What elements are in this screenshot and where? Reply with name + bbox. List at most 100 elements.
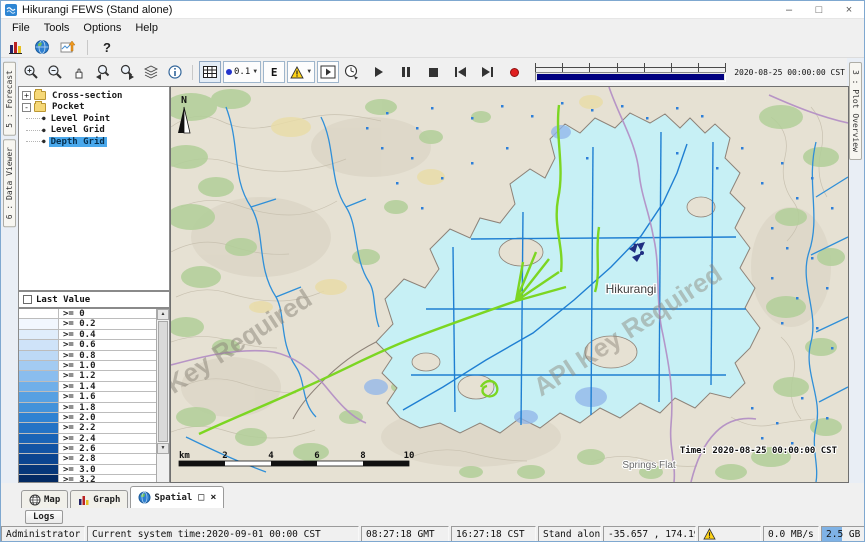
legend-row[interactable]: >= 2.4 [19,434,156,444]
help-label: ? [103,40,111,55]
tree-item-cross-section[interactable]: +Cross-section [22,90,169,102]
tree-item-pocket[interactable]: - Pocket [22,102,169,114]
left-dock-strip: 5 : Forecast 6 : Data Viewer [1,58,18,483]
grid-display-button[interactable] [199,61,221,83]
menu-help[interactable]: Help [128,20,165,36]
timeline-slider[interactable] [535,60,726,84]
tree-item-level-grid[interactable]: ●Level Grid [22,125,169,137]
stop-button[interactable] [422,61,444,83]
zoom-back-icon [95,64,111,80]
go-to-start-button[interactable] [449,61,471,83]
main-toolbar: ? [1,37,864,58]
close-button[interactable]: × [834,1,864,18]
data-display-button[interactable] [5,38,27,57]
legend-row[interactable]: >= 0.8 [19,351,156,361]
record-button[interactable] [503,61,525,83]
clock-icon [344,64,360,80]
legend-swatch [19,444,59,453]
zoom-previous-button[interactable] [92,61,114,83]
legend-row[interactable]: >= 2.6 [19,444,156,454]
tab-close-icon[interactable]: × [210,492,216,503]
legend-label: >= 1.6 [59,392,96,401]
memory-label: 2.5 GB [826,529,860,540]
map-display-button[interactable] [31,38,53,57]
help-button[interactable]: ? [96,38,118,57]
timeline-datetime: 2020-08-25 00:00:00 CST [734,68,847,77]
status-user: Administrator [1,526,85,542]
scroll-up-icon[interactable]: ▲ [157,309,169,320]
legend-label: >= 3.2 [59,475,96,482]
tab-map[interactable]: Map [21,490,68,508]
scale-unit-label: km [179,451,190,461]
zoom-in-icon [23,64,39,80]
tree-item-level-point[interactable]: ●Level Point [22,113,169,125]
thresholds-dropdown-button[interactable]: ▼ [287,61,315,83]
timeline-ticks [535,63,726,72]
menu-file[interactable]: File [5,20,37,36]
legend-row[interactable]: >= 1.4 [19,382,156,392]
node-bullet-icon: ● [42,115,46,122]
layers-button[interactable] [140,61,162,83]
map-panel: API Key Required API Key Required Hikura… [170,86,849,483]
tree-item-label: Depth Grid [49,137,107,147]
maximize-button[interactable]: □ [804,1,834,18]
classification-dropdown-button[interactable]: 0.1▼ [223,61,261,83]
go-to-end-button[interactable] [476,61,498,83]
zoom-in-button[interactable] [20,61,42,83]
tree-item-label: Pocket [50,102,87,112]
spatial-display-button[interactable] [57,38,79,57]
scroll-down-icon[interactable]: ▼ [157,443,169,454]
tab-graph[interactable]: Graph [70,490,128,508]
menu-options[interactable]: Options [76,20,128,36]
legend-row[interactable]: >= 3.0 [19,465,156,475]
scroll-thumb[interactable] [158,321,168,442]
legend-row[interactable]: >= 2.2 [19,423,156,433]
legend-row[interactable]: >= 2.8 [19,454,156,464]
pan-button[interactable] [68,61,90,83]
last-value-checkbox[interactable] [23,295,32,304]
time-settings-button[interactable] [341,61,363,83]
status-system-time: Current system time:2020-09-01 00:00 CST [87,526,359,542]
zoom-forward-icon [119,64,135,80]
legend-row[interactable]: >= 1.6 [19,392,156,402]
minimize-button[interactable]: – [774,1,804,18]
legend-row[interactable]: >= 0.4 [19,330,156,340]
tree-expander-icon[interactable]: - [22,103,31,112]
tab-spatial[interactable]: Spatial □ × [130,486,224,508]
dock-tab-forecast[interactable]: 5 : Forecast [3,62,16,136]
legend-scrollbar[interactable]: ▲ ▼ [156,309,169,482]
legend-swatch [19,403,59,412]
label-button-glyph: E [271,66,278,79]
legend-row[interactable]: >= 3.2 [19,475,156,482]
legend-row[interactable]: >= 1.8 [19,403,156,413]
tab-maximize-icon[interactable]: □ [198,492,204,503]
app-window: Hikurangi FEWS (Stand alone) – □ × File … [0,0,865,542]
legend-row[interactable]: >= 2.0 [19,413,156,423]
animation-button[interactable] [317,61,339,83]
logs-button[interactable]: Logs [25,510,63,524]
label-display-button[interactable]: E [263,61,285,83]
legend-row[interactable]: >= 0.2 [19,319,156,329]
wireframe-globe-icon [29,494,41,506]
tree-item-depth-grid[interactable]: ●Depth Grid [22,136,169,148]
zoom-out-button[interactable] [44,61,66,83]
spatial-globe-icon [138,491,151,504]
area-label: Springs Flat [622,460,676,471]
legend-row[interactable]: >= 0 [19,309,156,319]
legend-row[interactable]: >= 0.6 [19,340,156,350]
legend-swatch [19,330,59,339]
dock-tab-data-viewer[interactable]: 6 : Data Viewer [3,139,16,227]
dock-tab-plot-overview[interactable]: 3 : Plot Overview [849,62,862,160]
map-canvas[interactable]: API Key Required API Key Required Hikura… [171,87,848,482]
legend-row[interactable]: >= 1.0 [19,361,156,371]
menu-tools[interactable]: Tools [37,20,77,36]
info-button[interactable] [164,61,186,83]
legend-row[interactable]: >= 1.2 [19,371,156,381]
play-button[interactable] [368,61,390,83]
legend-label: >= 1.8 [59,403,96,412]
right-dock-strip: 3 : Plot Overview [847,58,864,483]
zoom-next-button[interactable] [116,61,138,83]
tree-expander-icon[interactable]: + [22,91,31,100]
legend-swatch [19,361,59,370]
pause-button[interactable] [395,61,417,83]
